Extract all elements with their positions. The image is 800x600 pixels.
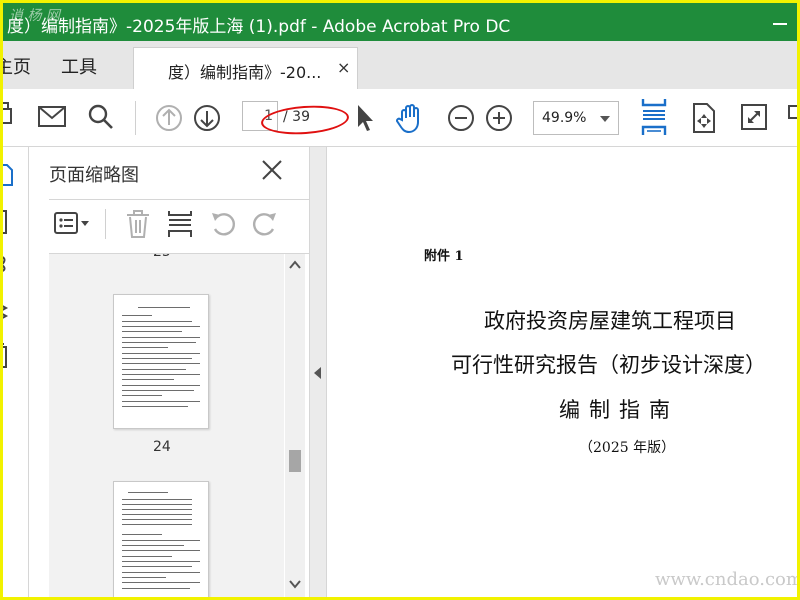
chevron-down-icon: [600, 116, 610, 122]
rotate-clockwise-icon[interactable]: [251, 209, 279, 239]
rotate-counterclockwise-icon[interactable]: [209, 209, 237, 239]
panel-divider: [49, 199, 311, 200]
signatures-icon[interactable]: [3, 343, 13, 371]
menu-tools[interactable]: 工具: [61, 53, 97, 79]
close-icon[interactable]: [261, 159, 283, 181]
tab-close-icon[interactable]: ×: [337, 58, 350, 77]
delete-icon[interactable]: [125, 209, 151, 239]
previous-page-icon[interactable]: [155, 104, 183, 132]
collapse-panel-icon[interactable]: [314, 367, 321, 379]
doc-title-line3: 编制指南: [559, 398, 679, 422]
navigation-pane: [3, 147, 29, 597]
doc-title-line2: 可行性研究报告（初步设计深度）: [451, 353, 766, 377]
overlay-watermark: 逍 杨 网: [9, 8, 60, 24]
thumbnails-panel: 页面缩略图 24: [29, 147, 311, 597]
thumbnail-scrollbar[interactable]: [285, 254, 305, 597]
doc-title-line1: 政府投资房屋建筑工程项目: [484, 309, 736, 333]
layers-icon[interactable]: [3, 299, 13, 327]
insert-page-icon[interactable]: [167, 209, 193, 239]
doc-attachment-label: 附件 1: [424, 249, 464, 264]
menu-bar: 主页 工具 度）编制指南》-20... ×: [3, 41, 797, 89]
email-icon[interactable]: [37, 105, 67, 129]
search-icon[interactable]: [87, 103, 115, 131]
document-tab-label: 度）编制指南》-20...: [168, 63, 322, 82]
thumbnail-list[interactable]: 25 24: [49, 254, 284, 597]
title-bar: 度）编制指南》-2025年版上海 (1).pdf - Adobe Acrobat…: [3, 3, 797, 41]
toolbar-separator: [135, 101, 136, 135]
thumbnail-label: 24: [153, 439, 171, 455]
zoom-in-icon[interactable]: [485, 104, 513, 132]
toolbar: 1 / 39 49.9%: [3, 89, 797, 147]
full-screen-icon[interactable]: [740, 103, 768, 131]
menu-home[interactable]: 主页: [3, 53, 31, 79]
panel-splitter[interactable]: [309, 147, 327, 597]
thumbnail-options-icon[interactable]: [53, 209, 93, 239]
hand-tool-icon[interactable]: [396, 102, 426, 134]
select-cursor-icon[interactable]: [355, 103, 375, 133]
window-title: 度）编制指南》-2025年版上海 (1).pdf - Adobe Acrobat…: [7, 17, 511, 37]
minimize-button[interactable]: [763, 11, 793, 33]
comment-icon[interactable]: [787, 103, 797, 129]
site-watermark: www.cndao.com: [655, 569, 797, 590]
next-page-icon[interactable]: [193, 104, 221, 132]
document-tab[interactable]: 度）编制指南》-20... ×: [133, 47, 358, 89]
scroll-down-icon[interactable]: [289, 579, 301, 589]
page-thumbnail[interactable]: [113, 294, 209, 429]
print-icon[interactable]: [3, 101, 19, 131]
panel-title: 页面缩略图: [49, 165, 139, 186]
fit-width-icon[interactable]: [639, 97, 669, 137]
attachments-icon[interactable]: [3, 251, 13, 277]
document-view[interactable]: 附件 1 政府投资房屋建筑工程项目 可行性研究报告（初步设计深度） 编制指南 （…: [327, 147, 797, 597]
page-thumbnails-icon[interactable]: [3, 161, 15, 187]
zoom-out-icon[interactable]: [447, 104, 475, 132]
zoom-select[interactable]: 49.9%: [533, 101, 619, 135]
thumbnail-label: 25: [153, 254, 171, 260]
scroll-up-icon[interactable]: [289, 260, 301, 270]
doc-edition: （2025 年版）: [579, 440, 676, 456]
bookmarks-icon[interactable]: [3, 209, 13, 235]
app-window: 度）编制指南》-2025年版上海 (1).pdf - Adobe Acrobat…: [3, 3, 797, 597]
page-thumbnail[interactable]: [113, 481, 209, 597]
scrollbar-thumb[interactable]: [289, 450, 301, 472]
panel-toolbar-separator: [105, 209, 106, 239]
page-fit-icon[interactable]: [691, 102, 717, 134]
zoom-value: 49.9%: [542, 110, 587, 126]
